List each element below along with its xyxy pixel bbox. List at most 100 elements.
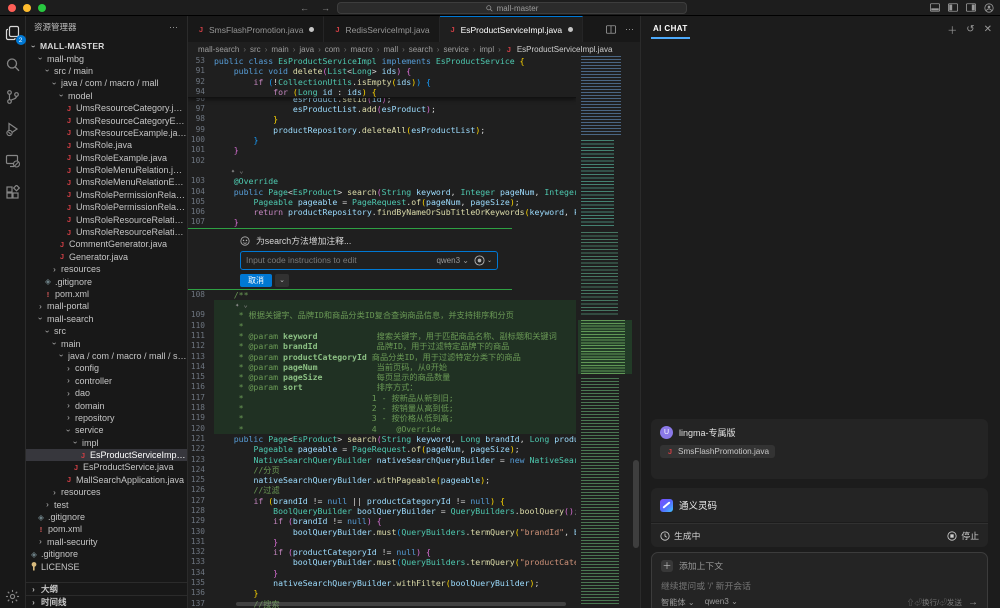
tree-item-dao[interactable]: ›dao — [26, 387, 187, 399]
sparkle-icon[interactable]: ✦ ⌄ — [235, 301, 248, 309]
chat-input-box[interactable]: ＋ 添加上下文 继续提问或 '/' 新开会话 智能体 ⌄ qwen3 ⌄ ⇧⏎换… — [651, 552, 988, 608]
tree-item-mall-mbg[interactable]: ›mall-mbg — [26, 52, 187, 64]
toggle-secondary-sidebar-icon[interactable] — [966, 3, 976, 12]
tree-item-umsrolemenurelation-java[interactable]: JUmsRoleMenuRelation.java — [26, 164, 187, 176]
tree-item-mall-search[interactable]: ›mall-search — [26, 313, 187, 325]
cancel-button[interactable]: 取消 — [240, 274, 272, 287]
tree-item-esproductserviceimpl-java[interactable]: JEsProductServiceImpl.java — [26, 449, 187, 461]
tree-item-controller[interactable]: ›controller — [26, 375, 187, 387]
tree-item-model[interactable]: ›model — [26, 90, 187, 102]
tree-item-resources[interactable]: ›resources — [26, 486, 187, 498]
close-panel-icon[interactable]: ✕ — [984, 24, 992, 35]
editor-tab-redisserviceimpl-java[interactable]: JRedisServiceImpl.java — [324, 16, 439, 42]
settings-gear-icon[interactable] — [0, 589, 25, 604]
sparkle-icon[interactable]: ✦ ⌄ — [231, 167, 244, 175]
close-window-button[interactable] — [8, 4, 16, 12]
breadcrumb-item[interactable]: com — [325, 45, 340, 54]
breadcrumb-item[interactable]: service — [443, 45, 468, 54]
tree-item-pom-xml[interactable]: !pom.xml — [26, 523, 187, 535]
codelens-sparkle-row[interactable]: ✦ ⌄ — [188, 300, 576, 310]
breadcrumb-item[interactable]: mall-search — [198, 45, 239, 54]
dirty-dot-icon[interactable] — [568, 27, 573, 32]
attached-file-chip[interactable]: J SmsFlashPromotion.java — [660, 445, 775, 458]
tree-item-main[interactable]: ›main — [26, 337, 187, 349]
tree-item-domain[interactable]: ›domain — [26, 399, 187, 411]
ai-chat-tab[interactable]: AI CHAT — [651, 19, 690, 39]
tree-item-umsresourceexample-java[interactable]: JUmsResourceExample.java — [26, 127, 187, 139]
tree-item-license[interactable]: LICENSE — [26, 560, 187, 572]
dirty-dot-icon[interactable] — [309, 27, 314, 32]
tree-item-umsrolemenurelationexample-java[interactable]: JUmsRoleMenuRelationExample.java — [26, 176, 187, 188]
new-chat-icon[interactable]: ＋ — [947, 22, 957, 37]
inline-model-select[interactable]: qwen3 ⌄ — [436, 256, 469, 265]
breadcrumb-item[interactable]: search — [409, 45, 433, 54]
split-editor-icon[interactable] — [606, 25, 616, 34]
search-view-icon[interactable] — [5, 56, 21, 74]
model-select[interactable]: qwen3 ⌄ — [705, 596, 738, 608]
tree-item-config[interactable]: ›config — [26, 362, 187, 374]
agent-select[interactable]: 智能体 ⌄ — [661, 596, 695, 608]
toggle-primary-sidebar-icon[interactable] — [948, 3, 958, 12]
breadcrumb-item[interactable]: impl — [479, 45, 494, 54]
tree-item-umsroleexample-java[interactable]: JUmsRoleExample.java — [26, 152, 187, 164]
explorer-more-actions-icon[interactable]: ⋯ — [169, 22, 179, 33]
tree-item-umsresourcecategoryexample-java[interactable]: JUmsResourceCategoryExample.java — [26, 114, 187, 126]
inline-chat-input[interactable] — [246, 255, 431, 265]
explorer-icon[interactable]: 2 — [5, 24, 21, 42]
extensions-icon[interactable] — [5, 184, 21, 202]
tree-item--gitignore[interactable]: ◈.gitignore — [26, 275, 187, 287]
chat-send-icon[interactable]: → — [968, 597, 978, 608]
tree-item-umsroleresourcerelation-java[interactable]: JUmsRoleResourceRelation.java — [26, 213, 187, 225]
minimize-window-button[interactable] — [23, 4, 31, 12]
add-context-button[interactable]: ＋ 添加上下文 — [661, 559, 978, 572]
cancel-dropdown-button[interactable]: ⌄ — [275, 274, 289, 287]
editor-tab-smsflashpromotion-java[interactable]: JSmsFlashPromotion.java — [188, 16, 324, 42]
send-button[interactable]: ⌄ — [474, 255, 492, 266]
tree-item--gitignore[interactable]: ◈.gitignore — [26, 548, 187, 560]
tree-item-generator-java[interactable]: JGenerator.java — [26, 251, 187, 263]
tree-item-umsrolepermissionrelation-java[interactable]: JUmsRolePermissionRelation.java — [26, 189, 187, 201]
sidebar-section-时间线[interactable]: ›时间线 — [26, 595, 187, 608]
tree-item-java-com-macro-mall-search[interactable]: ›java / com / macro / mall / search — [26, 350, 187, 362]
back-arrow-icon[interactable]: ← — [300, 3, 309, 13]
tree-item-mall-portal[interactable]: ›mall-portal — [26, 300, 187, 312]
horizontal-scrollbar[interactable] — [218, 601, 576, 607]
tree-item-service[interactable]: ›service — [26, 424, 187, 436]
breadcrumb-item[interactable]: java — [299, 45, 314, 54]
tree-item-java-com-macro-mall[interactable]: ›java / com / macro / mall — [26, 77, 187, 89]
sidebar-section-大纲[interactable]: ›大纲 — [26, 582, 187, 595]
breadcrumb-item[interactable]: mall — [383, 45, 398, 54]
breadcrumb-item[interactable]: macro — [351, 45, 373, 54]
forward-arrow-icon[interactable]: → — [321, 3, 330, 13]
tree-item-esproductservice-java[interactable]: JEsProductService.java — [26, 461, 187, 473]
minimap[interactable] — [578, 56, 632, 600]
tree-item-commentgenerator-java[interactable]: JCommentGenerator.java — [26, 238, 187, 250]
breadcrumb-item[interactable]: EsProductServiceImpl.java — [517, 45, 613, 54]
tree-item--gitignore[interactable]: ◈.gitignore — [26, 511, 187, 523]
breadcrumb-item[interactable]: src — [250, 45, 261, 54]
stop-button[interactable]: 停止 — [947, 529, 979, 542]
tree-item-mall-security[interactable]: ›mall-security — [26, 536, 187, 548]
vertical-scrollbar[interactable] — [632, 56, 640, 600]
editor-more-actions-icon[interactable]: ⋯ — [625, 24, 634, 35]
codelens-sparkle-row[interactable]: ✦ ⌄ — [188, 166, 576, 176]
tree-item-test[interactable]: ›test — [26, 498, 187, 510]
tree-item-pom-xml[interactable]: !pom.xml — [26, 288, 187, 300]
tree-item-src-main[interactable]: ›src / main — [26, 65, 187, 77]
tree-item-umsrolepermissionrelationexample-java[interactable]: JUmsRolePermissionRelationExample.java — [26, 201, 187, 213]
toggle-panel-icon[interactable] — [930, 3, 940, 12]
editor-tab-esproductserviceimpl-java[interactable]: JEsProductServiceImpl.java — [440, 16, 584, 42]
tree-item-umsresourcecategory-java[interactable]: JUmsResourceCategory.java — [26, 102, 187, 114]
breadcrumb-item[interactable]: main — [271, 45, 288, 54]
tree-item-src[interactable]: ›src — [26, 325, 187, 337]
tree-item-repository[interactable]: ›repository — [26, 412, 187, 424]
command-center-search[interactable]: mall-master — [337, 2, 687, 14]
tree-item-resources[interactable]: ›resources — [26, 263, 187, 275]
breadcrumb[interactable]: mall-search›src›main›java›com›macro›mall… — [188, 42, 640, 56]
tree-item-umsroleresourcerelationexample-java[interactable]: JUmsRoleResourceRelationExample.java — [26, 226, 187, 238]
maximize-window-button[interactable] — [38, 4, 46, 12]
tree-item-umsrole-java[interactable]: JUmsRole.java — [26, 139, 187, 151]
history-icon[interactable]: ↺ — [966, 24, 974, 35]
remote-explorer-icon[interactable] — [5, 152, 21, 170]
account-icon[interactable] — [984, 3, 994, 13]
